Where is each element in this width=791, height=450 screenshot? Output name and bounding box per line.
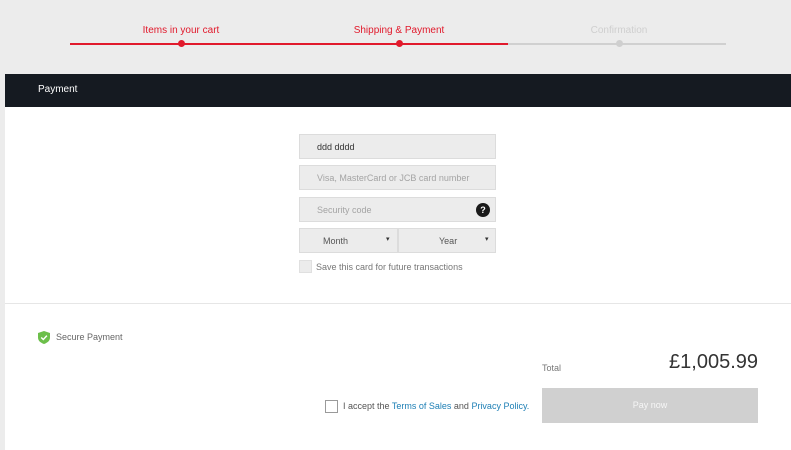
terms-of-sales-link[interactable]: Terms of Sales bbox=[392, 401, 452, 411]
terms-and: and bbox=[451, 401, 472, 411]
save-card-label[interactable]: Save this card for future transactions bbox=[316, 262, 463, 272]
step-dot-cart bbox=[178, 40, 185, 47]
total-label: Total bbox=[542, 363, 562, 373]
stepper-progress-line bbox=[70, 43, 508, 45]
accept-terms-checkbox[interactable] bbox=[325, 400, 338, 413]
cardholder-name-value: ddd dddd bbox=[317, 142, 355, 152]
shield-check-icon bbox=[38, 331, 50, 344]
year-select[interactable]: Year ▾ bbox=[398, 228, 496, 253]
checkout-stepper: Items in your cart Shipping & Payment Co… bbox=[0, 0, 791, 74]
month-select-value: Month bbox=[323, 236, 349, 246]
terms-text: I accept the Terms of Sales and Privacy … bbox=[343, 401, 529, 411]
payment-panel: ddd dddd Visa, MasterCard or JCB card nu… bbox=[5, 107, 791, 450]
cardholder-name-field[interactable]: ddd dddd bbox=[299, 134, 496, 159]
save-card-checkbox[interactable] bbox=[299, 260, 312, 273]
step-confirmation-label: Confirmation bbox=[590, 25, 648, 36]
card-number-placeholder: Visa, MasterCard or JCB card number bbox=[317, 173, 470, 183]
section-divider bbox=[5, 303, 791, 304]
secure-payment-label: Secure Payment bbox=[56, 332, 123, 342]
privacy-policy-link[interactable]: Privacy Policy. bbox=[471, 401, 529, 411]
step-dot-shipping bbox=[396, 40, 403, 47]
step-dot-confirmation bbox=[616, 40, 623, 47]
security-code-field[interactable]: Security code ? bbox=[299, 197, 496, 222]
question-icon[interactable]: ? bbox=[476, 203, 490, 217]
chevron-down-icon: ▾ bbox=[386, 236, 390, 243]
year-select-value: Year bbox=[439, 236, 458, 246]
card-number-field[interactable]: Visa, MasterCard or JCB card number bbox=[299, 165, 496, 190]
step-cart-label[interactable]: Items in your cart bbox=[143, 25, 220, 36]
month-select[interactable]: Month ▾ bbox=[299, 228, 398, 253]
step-shipping-label[interactable]: Shipping & Payment bbox=[354, 25, 445, 36]
checkout-page: Items in your cart Shipping & Payment Co… bbox=[0, 0, 791, 450]
chevron-down-icon: ▾ bbox=[485, 236, 489, 243]
pay-now-button[interactable]: Pay now bbox=[542, 388, 758, 423]
terms-prefix: I accept the bbox=[343, 401, 392, 411]
section-title: Payment bbox=[38, 84, 78, 95]
security-code-placeholder: Security code bbox=[317, 205, 372, 215]
payment-header: Payment bbox=[5, 74, 791, 107]
total-amount: £1,005.99 bbox=[669, 351, 758, 373]
